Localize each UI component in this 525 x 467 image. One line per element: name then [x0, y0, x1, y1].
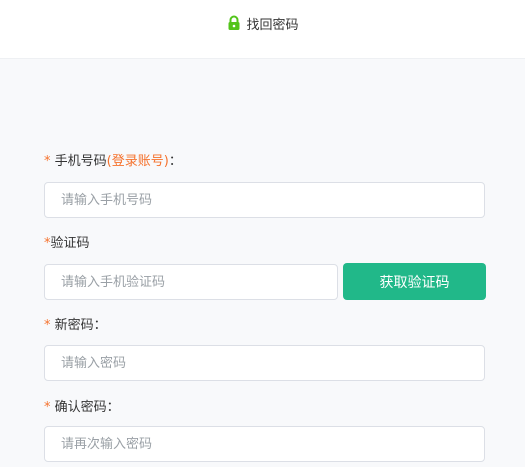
get-code-button[interactable]: 获取验证码 [343, 263, 486, 300]
page-header: 找回密码 [0, 0, 525, 59]
confirm-password-label-colon: ： [106, 400, 120, 415]
new-password-label-text: 新密码 [54, 318, 94, 333]
confirm-password-input[interactable] [44, 426, 485, 462]
phone-label-hint: (登录账号) [106, 154, 169, 169]
header-title-group: 找回密码 [226, 14, 299, 33]
lock-icon [226, 15, 242, 31]
code-input[interactable] [44, 264, 338, 300]
page-title: 找回密码 [246, 17, 299, 33]
new-password-label: * 新密码： [44, 314, 107, 333]
phone-label: * 手机号码(登录账号)： [44, 150, 182, 169]
required-mark: * [44, 400, 51, 415]
confirm-password-label: * 确认密码： [44, 396, 120, 415]
new-password-label-colon: ： [93, 318, 107, 333]
code-label-text: 验证码 [50, 236, 90, 251]
new-password-input[interactable] [44, 345, 485, 381]
code-label: *验证码 [44, 232, 90, 251]
required-mark: * [44, 318, 51, 333]
confirm-password-label-text: 确认密码 [54, 400, 107, 415]
phone-label-colon: ： [168, 154, 182, 169]
phone-label-text: 手机号码 [54, 154, 107, 169]
required-mark: * [44, 154, 51, 169]
phone-input[interactable] [44, 182, 485, 218]
